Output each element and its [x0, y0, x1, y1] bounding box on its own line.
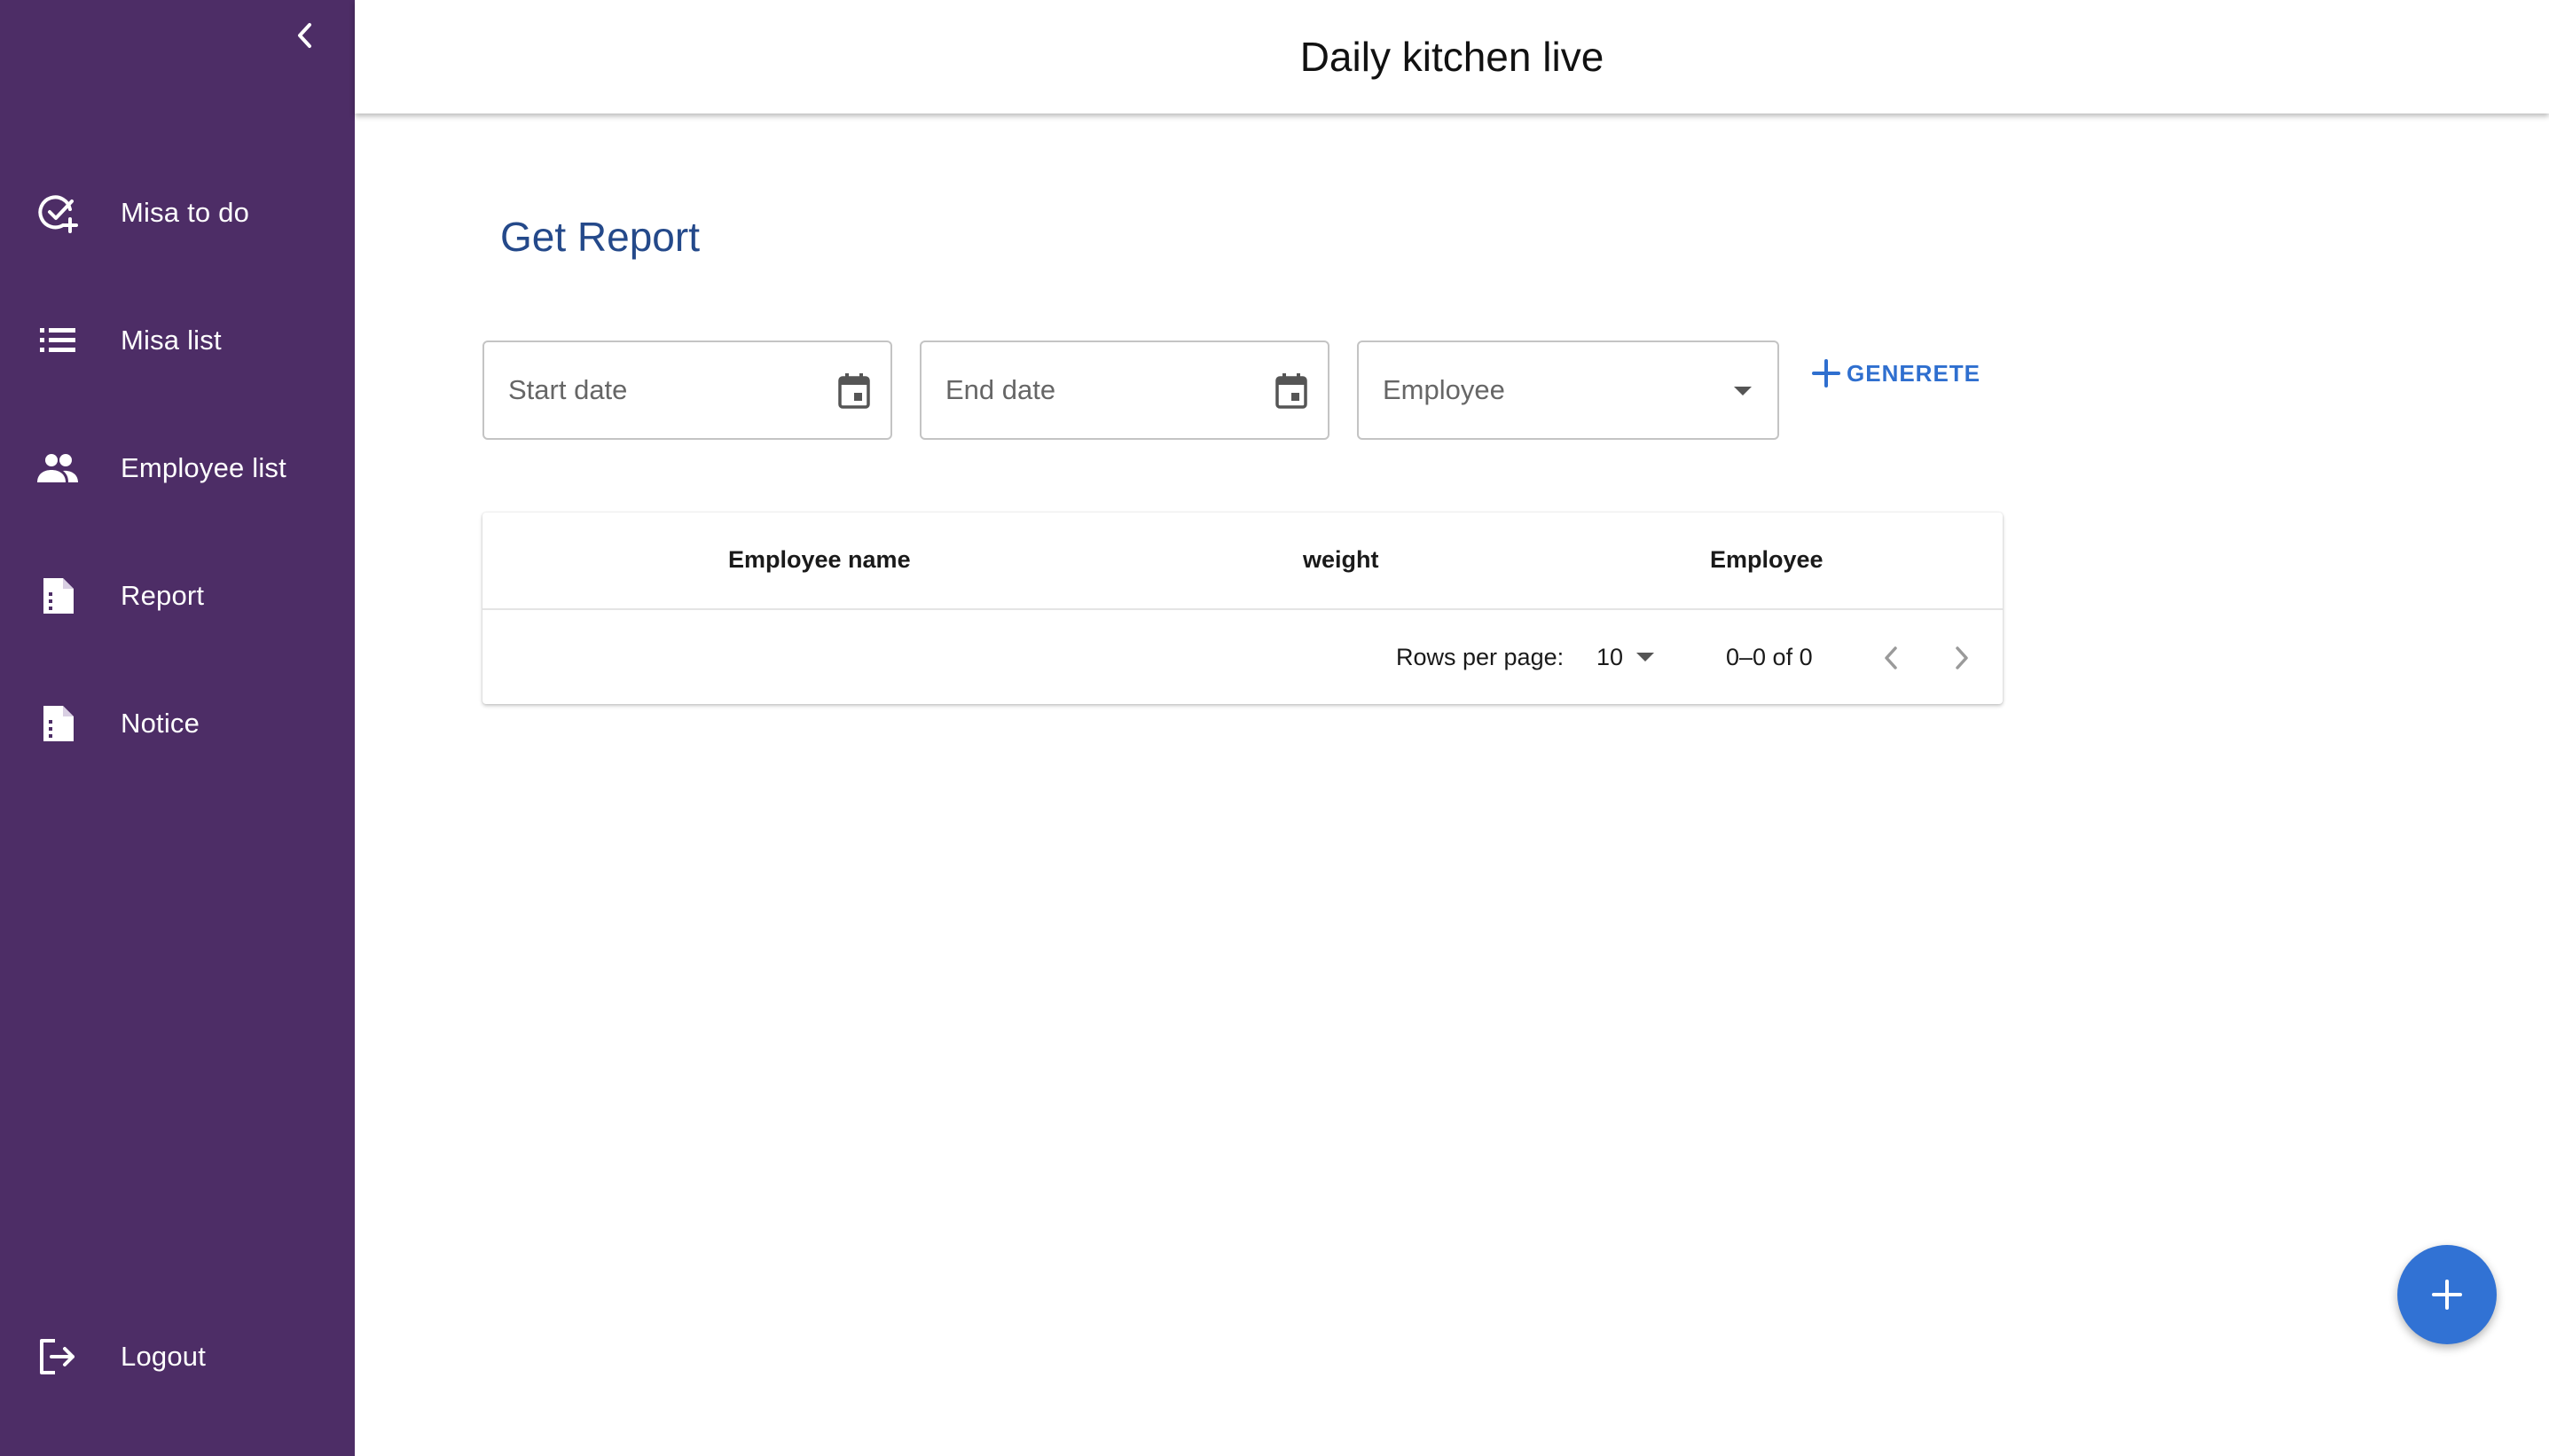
sidebar-item-misa-to-do[interactable]: Misa to do — [0, 168, 355, 257]
column-header-weight[interactable]: weight — [1303, 546, 1379, 574]
page-title: Get Report — [500, 214, 700, 260]
employee-select[interactable]: Employee — [1357, 341, 1779, 440]
rows-per-page-label: Rows per page: — [1396, 644, 1565, 670]
report-table: Employee name weight Employee Rows per p… — [482, 513, 2003, 704]
start-date-field[interactable]: Start date — [482, 341, 892, 440]
sidebar-item-report[interactable]: Report — [0, 552, 355, 640]
calendar-icon[interactable] — [832, 369, 876, 413]
sidebar-item-label: Report — [121, 580, 205, 611]
logout-button[interactable]: Logout — [0, 1312, 355, 1401]
generate-button[interactable]: GENERETE — [1811, 353, 1980, 394]
list-icon — [35, 318, 80, 363]
start-date-placeholder: Start date — [508, 374, 628, 405]
column-header-employee[interactable]: Employee — [1710, 546, 1824, 574]
chevron-right-icon — [1956, 646, 1968, 669]
end-date-placeholder: End date — [945, 374, 1056, 405]
chevron-left-icon — [1885, 646, 1897, 669]
document-icon — [35, 701, 80, 746]
document-icon — [35, 574, 80, 618]
logout-label: Logout — [121, 1341, 207, 1372]
rows-per-page-select[interactable]: 10 — [1596, 637, 1655, 677]
pagination-range: 0–0 of 0 — [1726, 644, 1813, 670]
logout-icon — [35, 1335, 80, 1379]
next-page-button[interactable] — [1941, 637, 1983, 679]
generate-label: GENERETE — [1847, 359, 1981, 387]
table-pagination: Rows per page: 10 0–0 of 0 — [482, 612, 2003, 704]
sidebar-item-label: Notice — [121, 708, 200, 739]
end-date-field[interactable]: End date — [920, 341, 1329, 440]
column-header-employee-name[interactable]: Employee name — [728, 546, 911, 574]
sidebar-item-label: Misa list — [121, 325, 222, 356]
people-icon — [35, 446, 80, 490]
dropdown-arrow-icon — [1636, 653, 1655, 661]
collapse-sidebar-button[interactable] — [289, 18, 319, 53]
chevron-left-icon — [298, 23, 311, 48]
table-header: Employee name weight Employee — [482, 513, 2003, 610]
sidebar-item-label: Employee list — [121, 452, 286, 483]
plus-icon — [1812, 359, 1840, 387]
employee-placeholder: Employee — [1383, 374, 1505, 405]
rows-per-page-value: 10 — [1596, 643, 1624, 670]
calendar-icon[interactable] — [1269, 369, 1314, 413]
app-title: Daily kitchen live — [1299, 34, 1604, 80]
previous-page-button[interactable] — [1870, 637, 1912, 679]
plus-icon — [2432, 1280, 2462, 1310]
app-bar: Daily kitchen live — [355, 0, 2549, 114]
sidebar: Misa to do Misa list Employee list Repor… — [0, 0, 355, 1456]
sidebar-item-employee-list[interactable]: Employee list — [0, 424, 355, 513]
check-circle-add-icon — [35, 191, 80, 235]
dropdown-arrow-icon — [1721, 369, 1765, 413]
sidebar-item-label: Misa to do — [121, 197, 250, 228]
sidebar-item-misa-list[interactable]: Misa list — [0, 296, 355, 385]
sidebar-item-notice[interactable]: Notice — [0, 679, 355, 768]
add-fab-button[interactable] — [2397, 1245, 2497, 1344]
